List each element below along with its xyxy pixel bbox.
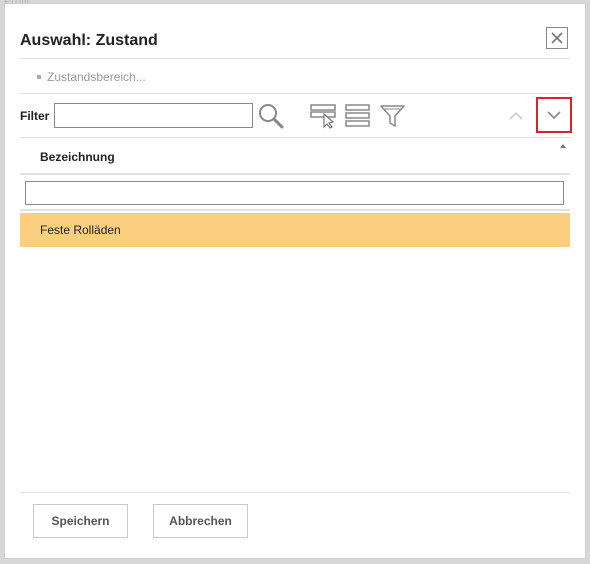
chevron-down-icon xyxy=(547,111,561,120)
move-down-button[interactable] xyxy=(536,97,572,133)
filter-label: Filter xyxy=(20,109,50,123)
list-icon[interactable] xyxy=(345,103,371,134)
close-icon xyxy=(551,32,563,44)
filter-input[interactable] xyxy=(54,103,253,128)
column-filter-row xyxy=(20,175,570,211)
save-button[interactable]: Speichern xyxy=(33,504,128,538)
divider xyxy=(20,58,570,59)
row-label: Feste Rolläden xyxy=(40,223,121,237)
dialog-title: Auswahl: Zustand xyxy=(20,32,158,49)
grid-header: Bezeichnung xyxy=(20,137,570,175)
search-icon[interactable] xyxy=(257,102,285,135)
section-label: Zustandsbereich... xyxy=(37,70,146,84)
select-row-icon[interactable] xyxy=(310,103,338,134)
table-row[interactable]: Feste Rolläden xyxy=(20,213,570,247)
selection-dialog: Auswahl: Zustand Zustandsbereich... Filt… xyxy=(4,3,586,559)
column-header-bezeichnung[interactable]: Bezeichnung xyxy=(40,150,115,164)
close-button[interactable] xyxy=(546,27,568,49)
column-filter-input[interactable] xyxy=(25,181,564,205)
chevron-up-icon[interactable] xyxy=(507,108,525,129)
selection-grid: Bezeichnung Feste Rolläden xyxy=(20,137,570,247)
divider xyxy=(20,93,570,94)
divider xyxy=(20,492,570,493)
bullet-icon xyxy=(37,75,41,79)
sort-ascending-icon[interactable] xyxy=(560,144,566,148)
section-label-text: Zustandsbereich... xyxy=(47,70,146,84)
funnel-icon[interactable] xyxy=(380,103,406,134)
cancel-button[interactable]: Abbrechen xyxy=(153,504,248,538)
